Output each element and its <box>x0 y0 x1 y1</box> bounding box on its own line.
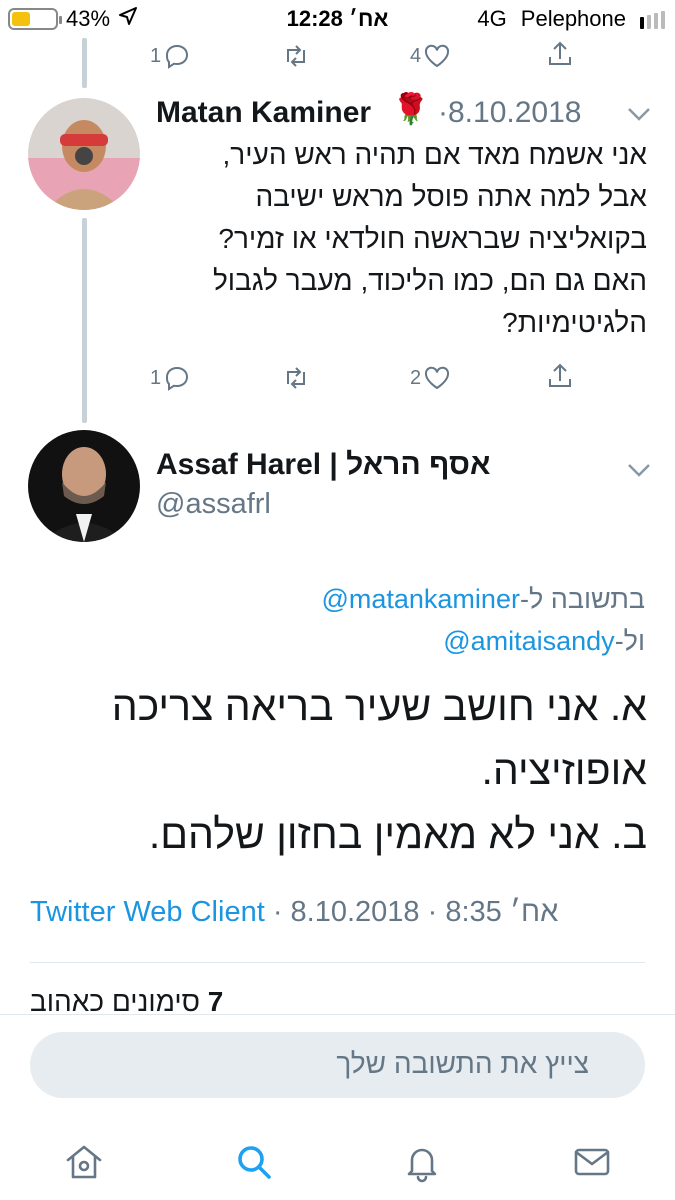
mention-link[interactable]: @amitaisandy <box>443 626 614 656</box>
status-bar: 43% 12:28 אח׳ 4G Pelephone <box>0 0 675 38</box>
avatar-matan[interactable] <box>28 98 140 210</box>
text-line: א. אני חושב שעיר בריאה צריכה <box>111 683 647 729</box>
reply-count: 1 <box>150 366 162 389</box>
share-icon <box>549 41 571 65</box>
text-line: האם גם הם, כמו הליכוד, מעבר לגבול <box>212 265 647 296</box>
avatar-assaf[interactable] <box>28 430 140 542</box>
replying-to-label: בתשובה ל- <box>519 584 645 614</box>
divider <box>30 962 645 963</box>
heart-icon <box>425 44 450 68</box>
reply-composer-input[interactable]: צייץ את התשובה שלך <box>30 1032 645 1098</box>
share-action[interactable] <box>546 40 574 68</box>
share-icon <box>549 363 571 387</box>
like-action[interactable]: 4 <box>410 42 451 70</box>
tweet-timestamp[interactable]: · 8.10.2018 · אח׳ 8:35 <box>265 896 558 928</box>
tweet-date[interactable]: ·8.10.2018 <box>438 96 581 130</box>
thread-line-middle <box>82 218 87 423</box>
likes-count: 7 <box>207 986 224 1017</box>
text-line: בקואליציה שבראשה חולדאי או זמיר? <box>218 223 647 254</box>
share-action[interactable] <box>546 362 574 390</box>
reply-icon <box>166 44 189 69</box>
bell-icon[interactable] <box>392 1132 452 1192</box>
text-line: אני אשמח מאד אם תהיה ראש העיר, <box>222 139 647 170</box>
retweet-action[interactable] <box>282 42 310 70</box>
home-icon[interactable] <box>54 1132 114 1192</box>
reply-action[interactable]: 1 <box>150 364 191 392</box>
retweet-action[interactable] <box>282 364 310 392</box>
mail-icon[interactable] <box>562 1132 622 1192</box>
signal-icon <box>640 9 665 29</box>
heart-icon <box>425 366 450 390</box>
tweet-menu-chevron-icon[interactable] <box>626 106 652 122</box>
main-tweet-text: א. אני חושב שעיר בריאה צריכה אופוזיציה. … <box>27 674 647 866</box>
reply-count: 1 <box>150 44 162 67</box>
rose-emoji: 🌹 <box>392 93 430 126</box>
thread-line-top <box>82 38 87 88</box>
tweet-author-handle[interactable]: @assafrl <box>156 488 271 521</box>
reply-icon <box>166 366 189 391</box>
like-count: 2 <box>410 366 422 389</box>
text-line: אבל למה אתה פוסל מראש ישיבה <box>255 181 647 212</box>
tweet-author-name[interactable]: Assaf Harel | אסף הראל <box>156 448 490 482</box>
text-line: אופוזיציה. <box>481 747 647 793</box>
search-icon[interactable] <box>224 1132 284 1192</box>
tweet-author-name[interactable]: Matan Kaminer <box>156 96 371 130</box>
reply-action[interactable]: 1 <box>150 42 191 70</box>
carrier-name: Pelephone <box>520 6 626 31</box>
retweet-icon <box>287 367 305 389</box>
replying-to-line-1: בתשובה ל-@matankaminer <box>321 584 645 615</box>
bottom-tab-bar <box>0 1124 675 1200</box>
like-action[interactable]: 2 <box>410 364 451 392</box>
text-line: ב. אני לא מאמין בחזון שלהם. <box>148 811 647 857</box>
tweet-meta: Twitter Web Client · 8.10.2018 · אח׳ 8:3… <box>30 896 607 929</box>
status-right: 4G Pelephone <box>477 6 665 32</box>
network-type: 4G <box>477 6 507 31</box>
like-count: 4 <box>410 44 422 67</box>
composer-placeholder: צייץ את התשובה שלך <box>336 1048 589 1079</box>
mention-link[interactable]: @matankaminer <box>321 584 519 614</box>
text-line: הלגיטימיות? <box>502 307 647 338</box>
retweet-icon <box>287 45 305 67</box>
reply-tweet-text: אני אשמח מאד אם תהיה ראש העיר, אבל למה א… <box>147 134 647 344</box>
replying-to-label: ול- <box>614 626 645 656</box>
replying-to-line-2: ול-@amitaisandy <box>443 626 645 657</box>
tweet-source-link[interactable]: Twitter Web Client <box>30 896 265 928</box>
tweet-menu-chevron-icon[interactable] <box>626 462 652 478</box>
likes-label: סימונים כאהוב <box>30 986 201 1017</box>
